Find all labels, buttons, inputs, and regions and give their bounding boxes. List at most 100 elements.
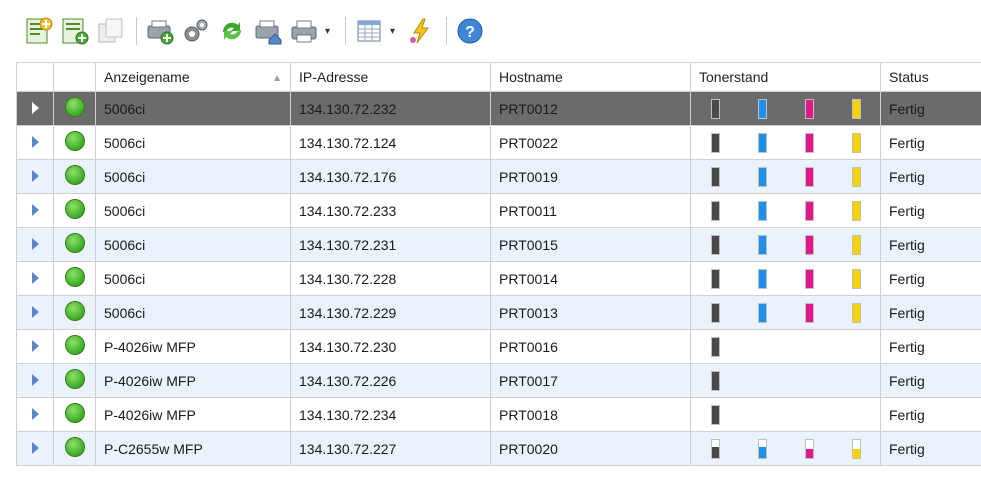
table-row[interactable]: 5006ci 134.130.72.233 PRT0011 Fertig [16,193,981,228]
row-indicator[interactable] [16,431,54,466]
column-header-ip[interactable]: IP-Adresse [290,62,491,92]
row-arrow-icon [31,407,39,420]
cell-host: PRT0020 [490,431,691,466]
toner-black-gauge [711,370,720,391]
toner-yellow-gauge [852,234,861,255]
cell-toner [690,397,881,432]
toner-cyan-level [759,99,766,118]
online-status-icon [64,199,85,219]
toolbar: ▾ ▾ ? [0,0,981,54]
toner-black-level [712,99,719,118]
cell-toner [690,125,881,160]
toner-magenta-level [806,133,813,152]
online-status-icon [64,233,85,253]
copy-disabled-icon[interactable] [96,16,126,46]
row-arrow-icon [31,203,39,216]
cell-ip: 134.130.72.227 [290,431,491,466]
toner-cyan-gauge [758,200,767,221]
printer-home-icon[interactable] [253,16,283,46]
online-status-icon [64,131,85,151]
toner-yellow-level [853,448,860,458]
add-list-icon[interactable] [60,16,90,46]
cell-host: PRT0012 [490,91,691,126]
cell-host: PRT0022 [490,125,691,160]
lightning-icon[interactable] [406,16,436,46]
column-header-status[interactable]: Status [880,62,981,92]
column-header-toner[interactable]: Tonerstand [690,62,881,92]
cell-name: 5006ci [95,193,291,228]
toner-cyan-gauge [758,268,767,289]
row-indicator[interactable] [16,295,54,330]
toolbar-separator [446,17,447,45]
cell-ip: 134.130.72.226 [290,363,491,398]
row-arrow-icon [31,169,39,182]
online-status-icon [64,437,85,457]
refresh-icon[interactable] [217,16,247,46]
row-indicator[interactable] [16,363,54,398]
toner-levels [699,370,872,391]
cell-name: P-4026iw MFP [95,329,291,364]
row-indicator[interactable] [16,125,54,160]
table-row[interactable]: P-4026iw MFP 134.130.72.234 PRT0018 Fertig [16,397,981,432]
table-row[interactable]: P-C2655w MFP 134.130.72.227 PRT0020 Fertig [16,431,981,466]
row-indicator[interactable] [16,397,54,432]
table-row[interactable]: P-4026iw MFP 134.130.72.226 PRT0017 Fertig [16,363,981,398]
cell-status: Fertig [880,295,981,330]
toner-magenta-gauge [805,438,814,459]
cell-status: Fertig [880,363,981,398]
toner-black-gauge [711,302,720,323]
cell-name: 5006ci [95,159,291,194]
printer-icon[interactable] [289,16,319,46]
cell-toner [690,295,881,330]
view-dropdown-icon[interactable]: ▾ [390,16,398,46]
cell-host: PRT0016 [490,329,691,364]
table-row[interactable]: 5006ci 134.130.72.124 PRT0022 Fertig [16,125,981,160]
toner-yellow-gauge [852,268,861,289]
toner-black-level [712,269,719,288]
toner-black-gauge [711,98,720,119]
column-header-host[interactable]: Hostname [490,62,691,92]
toner-black-gauge [711,166,720,187]
cell-status: Fertig [880,125,981,160]
row-indicator[interactable] [16,261,54,296]
settings-gears-icon[interactable] [181,16,211,46]
toner-yellow-level [853,269,860,288]
table-row[interactable]: P-4026iw MFP 134.130.72.230 PRT0016 Fertig [16,329,981,364]
table-row[interactable]: 5006ci 134.130.72.232 PRT0012 Fertig [16,91,981,126]
toner-magenta-level [806,201,813,220]
toner-black-gauge [711,234,720,255]
cell-ip: 134.130.72.231 [290,227,491,262]
status-dot-cell [53,261,96,296]
row-arrow-icon [31,339,39,352]
row-indicator[interactable] [16,329,54,364]
table-row[interactable]: 5006ci 134.130.72.229 PRT0013 Fertig [16,295,981,330]
column-header-name[interactable]: Anzeigename ▲ [95,62,291,92]
table-row[interactable]: 5006ci 134.130.72.231 PRT0015 Fertig [16,227,981,262]
printer-add-icon[interactable] [145,16,175,46]
toner-yellow-level [853,235,860,254]
cell-name: P-4026iw MFP [95,397,291,432]
help-icon[interactable]: ? [455,16,485,46]
toner-magenta-level [806,99,813,118]
status-dot-cell [53,91,96,126]
sort-ascending-icon: ▲ [272,73,282,84]
online-status-icon [64,335,85,355]
toner-magenta-gauge [805,132,814,153]
row-indicator[interactable] [16,227,54,262]
table-row[interactable]: 5006ci 134.130.72.228 PRT0014 Fertig [16,261,981,296]
row-indicator[interactable] [16,91,54,126]
row-indicator[interactable] [16,159,54,194]
toner-yellow-gauge [852,132,861,153]
row-indicator[interactable] [16,193,54,228]
printer-dropdown-icon[interactable]: ▾ [325,16,333,46]
table-row[interactable]: 5006ci 134.130.72.176 PRT0019 Fertig [16,159,981,194]
row-arrow-icon [31,271,39,284]
add-device-icon[interactable] [24,16,54,46]
toner-yellow-gauge [852,166,861,187]
row-arrow-icon [31,373,39,386]
view-columns-icon[interactable] [354,16,384,46]
toner-yellow-gauge [852,98,861,119]
cell-status: Fertig [880,431,981,466]
cell-status: Fertig [880,227,981,262]
toner-levels [699,132,872,153]
